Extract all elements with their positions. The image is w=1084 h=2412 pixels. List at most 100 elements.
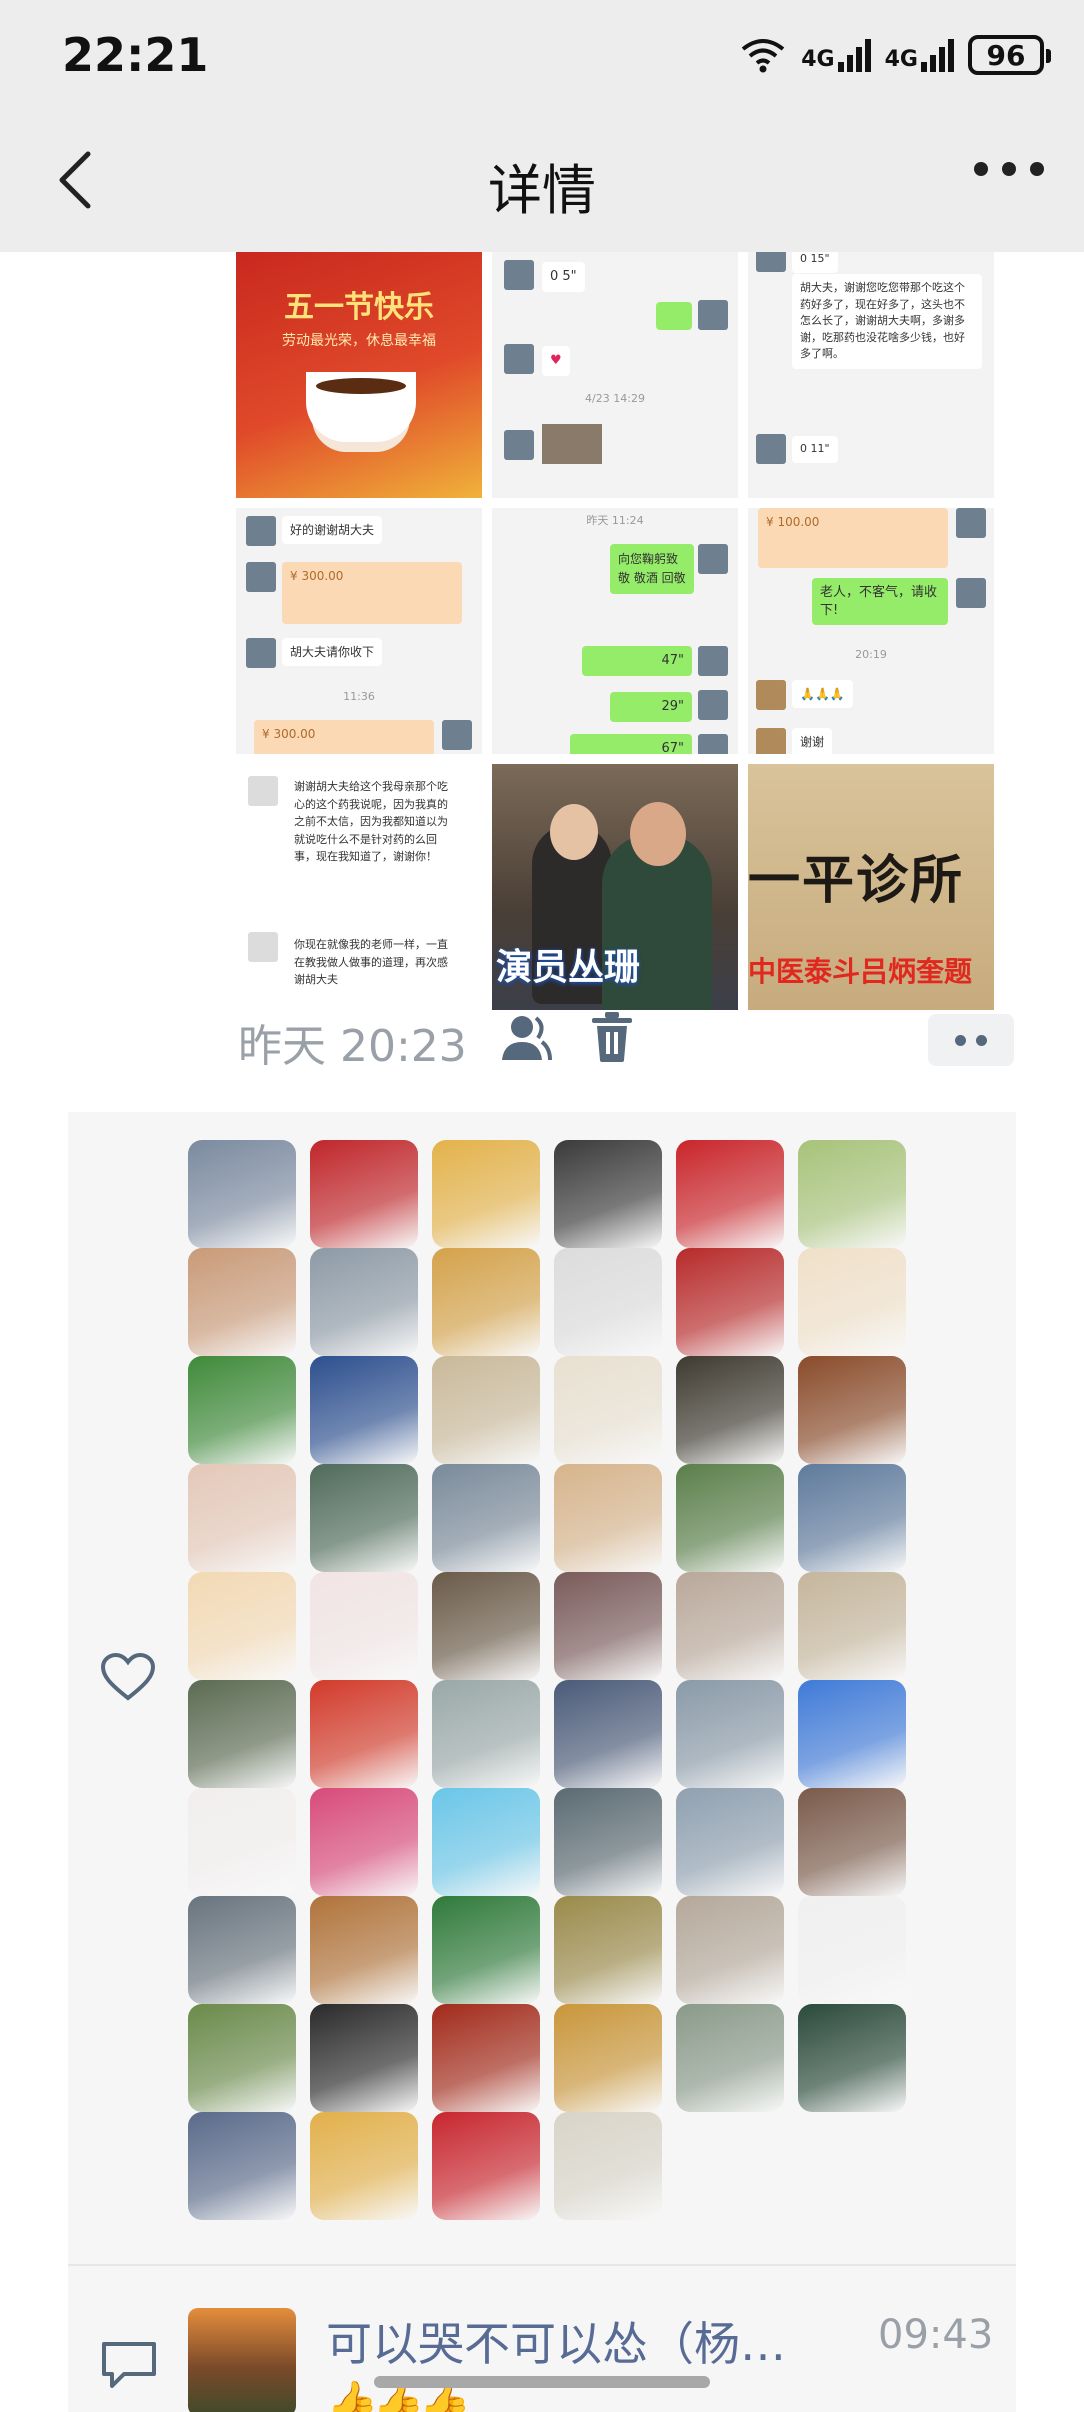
comment-author-name[interactable]: 可以哭不可以怂（杨… (326, 2308, 786, 2374)
post-image-1[interactable]: 五一节快乐 劳动最光荣，休息最幸福 (236, 252, 482, 498)
divider (68, 2264, 1016, 2266)
liker-avatar[interactable] (310, 1572, 418, 1680)
voice-duration: 47" (582, 646, 692, 676)
comment-time: 09:43 (878, 2312, 994, 2358)
liker-avatar[interactable] (798, 1680, 906, 1788)
liker-avatar[interactable] (798, 1896, 906, 2004)
money-transfer: ¥ 300.00 (282, 562, 462, 624)
liker-avatar[interactable] (188, 1788, 296, 1896)
liker-avatar[interactable] (676, 1788, 784, 1896)
chat-message: 胡大夫，谢谢您吃您带那个吃这个药好多了，现在好多了，这头也不怎么长了，谢谢胡大夫… (792, 274, 982, 369)
post-image-5[interactable]: 昨天 11:24 向您鞠躬致敬 敬酒 回敬 47" 29" 67" (492, 508, 738, 754)
liker-avatar[interactable] (676, 1464, 784, 1572)
home-indicator (374, 2376, 710, 2388)
liker-avatar[interactable] (432, 2112, 540, 2220)
liker-avatar[interactable] (188, 1464, 296, 1572)
liker-avatar[interactable] (554, 2004, 662, 2112)
post-image-3[interactable]: 0 15" 胡大夫，谢谢您吃您带那个吃这个药好多了，现在好多了，这头也不怎么长了… (748, 252, 994, 498)
post-image-4[interactable]: 好的谢谢胡大夫 ¥ 300.00 胡大夫请你收下 11:36 ¥ 300.00 (236, 508, 482, 754)
top-bar: 22:21 4G 4G 96 详情 (0, 0, 1084, 252)
liker-avatar[interactable] (676, 1896, 784, 2004)
post-image-8[interactable]: 演员丛珊 (492, 764, 738, 1010)
liker-avatar[interactable] (310, 1788, 418, 1896)
liker-avatar[interactable] (798, 1572, 906, 1680)
liker-avatar[interactable] (432, 1788, 540, 1896)
signal-bars-icon (921, 38, 954, 72)
money-transfer: ¥ 100.00 (758, 508, 948, 568)
liker-avatar[interactable] (432, 1248, 540, 1356)
liker-avatar[interactable] (554, 2112, 662, 2220)
chat-message: 胡大夫请你收下 (282, 638, 383, 667)
status-time: 22:21 (62, 28, 209, 82)
liker-avatar[interactable] (188, 1140, 296, 1248)
chat-message: 老人，不客气，请收下! (812, 578, 948, 626)
post-menu-button[interactable] (928, 1014, 1014, 1066)
liker-avatar[interactable] (188, 1248, 296, 1356)
liker-avatar[interactable] (432, 1572, 540, 1680)
liker-avatar[interactable] (676, 1248, 784, 1356)
chat-timestamp: 11:36 (343, 690, 375, 703)
liker-avatar[interactable] (310, 1680, 418, 1788)
liker-avatar[interactable] (554, 1896, 662, 2004)
liker-avatar[interactable] (188, 1896, 296, 2004)
comment-avatar[interactable] (188, 2308, 296, 2412)
chat-message: 好的谢谢胡大夫 (282, 516, 383, 545)
liker-avatar[interactable] (554, 1680, 662, 1788)
liker-avatar[interactable] (310, 1464, 418, 1572)
liker-avatar[interactable] (432, 1356, 540, 1464)
more-options-icon[interactable] (974, 162, 1044, 176)
liker-avatar[interactable] (432, 1464, 540, 1572)
liker-avatar[interactable] (798, 1140, 906, 1248)
post-image-7[interactable]: 谢谢胡大夫给这个我母亲那个吃心的这个药我说呢，因为我真的之前不太信，因为我都知道… (236, 764, 482, 1010)
liker-avatar[interactable] (310, 1896, 418, 2004)
liker-avatar[interactable] (554, 1140, 662, 1248)
liker-avatar[interactable] (432, 1140, 540, 1248)
voice-duration: 0 5" (542, 262, 585, 292)
liker-avatar[interactable] (798, 1788, 906, 1896)
post-image-grid: 五一节快乐 劳动最光荣，休息最幸福 0 5" ♥ 4/23 14:29 0 15… (236, 252, 994, 1010)
liker-avatar[interactable] (554, 1356, 662, 1464)
liker-avatar[interactable] (310, 1356, 418, 1464)
liker-avatar[interactable] (188, 1356, 296, 1464)
cell-signal-2: 4G (885, 38, 954, 72)
post-time: 昨天 20:23 (238, 1021, 467, 1072)
liker-avatar[interactable] (798, 1464, 906, 1572)
liker-avatar[interactable] (676, 2004, 784, 2112)
post-image-6[interactable]: ¥ 100.00 老人，不客气，请收下! 20:19 🙏🙏🙏 谢谢 (748, 508, 994, 754)
liker-avatar[interactable] (676, 1680, 784, 1788)
liker-avatar[interactable] (798, 2004, 906, 2112)
photo-caption: 演员丛珊 (496, 947, 641, 988)
liker-avatar[interactable] (188, 1572, 296, 1680)
liker-avatar[interactable] (432, 2004, 540, 2112)
liker-avatar[interactable] (310, 1248, 418, 1356)
trash-icon[interactable] (590, 1010, 634, 1064)
liker-avatar[interactable] (554, 1464, 662, 1572)
liker-avatar[interactable] (188, 2112, 296, 2220)
liker-avatar[interactable] (310, 1140, 418, 1248)
liker-avatar[interactable] (554, 1788, 662, 1896)
coffee-cup-icon (306, 372, 416, 442)
chat-timestamp: 20:19 (855, 648, 887, 661)
liker-avatar[interactable] (188, 1680, 296, 1788)
post-image-9[interactable]: 一平诊所 中医泰斗吕炳奎题 (748, 764, 994, 1010)
liker-avatar[interactable] (188, 2004, 296, 2112)
cell-signal-1: 4G (801, 38, 871, 72)
chat-timestamp: 4/23 14:29 (585, 392, 645, 405)
wifi-icon (742, 39, 785, 73)
liker-avatar[interactable] (798, 1356, 906, 1464)
liker-avatar[interactable] (798, 1248, 906, 1356)
liker-avatar[interactable] (432, 1680, 540, 1788)
liker-avatar[interactable] (310, 2112, 418, 2220)
liker-avatar[interactable] (554, 1572, 662, 1680)
visibility-user-icon[interactable] (498, 1012, 554, 1064)
post-image-2[interactable]: 0 5" ♥ 4/23 14:29 (492, 252, 738, 498)
liker-avatar[interactable] (310, 2004, 418, 2112)
liker-avatar[interactable] (554, 1248, 662, 1356)
liker-avatar[interactable] (432, 1896, 540, 2004)
chat-message: 谢谢胡大夫给这个我母亲那个吃心的这个药我说呢，因为我真的之前不太信，因为我都知道… (286, 772, 466, 872)
voice-duration: 29" (610, 692, 692, 722)
chat-message: 谢谢 (792, 728, 833, 754)
liker-avatar[interactable] (676, 1572, 784, 1680)
liker-avatar[interactable] (676, 1140, 784, 1248)
liker-avatar[interactable] (676, 1356, 784, 1464)
